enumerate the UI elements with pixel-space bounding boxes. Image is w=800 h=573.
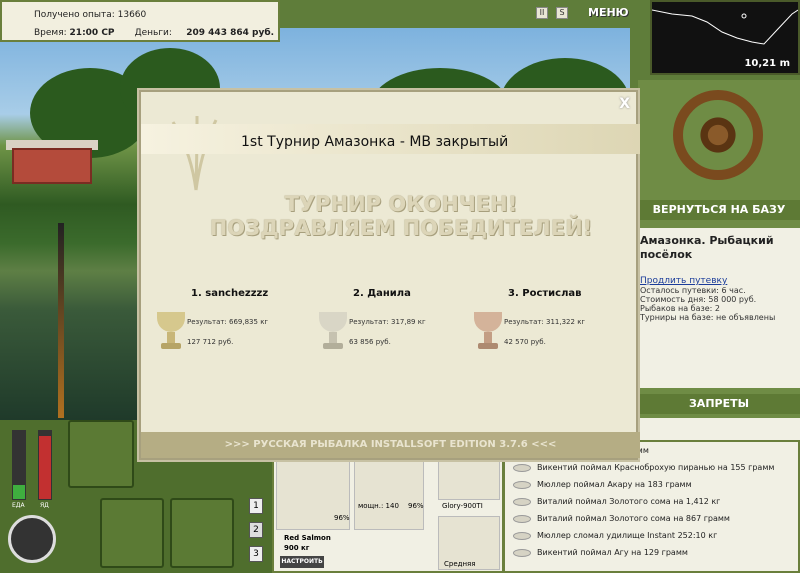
congrats-text: ПОЗДРАВЛЯЕМ ПОБЕДИТЕЛЕЙ! [209,216,593,240]
feed-text: Виталий поймал Золотого сома на 1,412 кг [537,497,721,506]
time-value: 21:00 СР [69,28,115,38]
feed-text: Викентий поймал Красноброхую пиранью на … [537,463,775,472]
feed-item: Мюллер поймал Акару на 183 грамм [505,476,798,493]
poison-gauge [38,430,52,500]
exp-label: Получено опыта: [34,10,115,20]
fish-icon [513,463,531,472]
feed-text: Мюллер сломал удилище Instant 252:10 кг [537,531,718,540]
popup-title: 1st Турнир Амазонка - МВ закрытый [241,134,509,150]
gold-cup-icon [157,312,185,332]
ship-wheel-icon [673,90,763,180]
winner-name: 2. Данила [353,288,411,299]
fish-weight: 900 кг [284,544,310,552]
winner-result: Результат: 317,89 кг [349,318,426,326]
location-info: Амазонка. Рыбацкий посёлок Продлить путе… [638,228,800,388]
money-value: 209 443 864 руб. [186,28,275,38]
reel-percent: 96% [408,502,424,510]
money-label: Деньги: [134,28,172,38]
depth-meter: 10,21 m [650,0,800,75]
winner-result: Результат: 669,835 кг [187,318,269,326]
return-to-base-button[interactable]: ВЕРНУТЬСЯ НА БАЗУ [638,200,800,220]
fish-icon [513,531,531,540]
winner-name: 1. sanchezzzz [191,288,269,299]
feed-text: Виталий поймал Золотого сома на 867 грам… [537,514,730,523]
exp-value: 13660 [117,10,147,20]
sound-icon[interactable]: S [556,7,568,19]
top-toolbar: II S МЕНЮ [530,4,630,26]
fishers-count: Рыбаков на базе: 2 [640,304,720,313]
food-label: ЕДА [12,502,25,509]
close-button[interactable]: X [619,96,630,112]
winner-prize: 63 856 руб. [349,338,391,346]
bans-button[interactable]: ЗАПРЕТЫ [638,394,800,414]
status-bar: Получено опыта: 13660 Время: 21:00 СР Де… [0,0,280,42]
tournaments-info: Турниры на базе: не объявлены [640,313,776,322]
silver-cup-icon [319,312,347,332]
fish-icon [513,514,531,523]
fish-name: Red Salmon [284,534,331,542]
winner-result: Результат: 311,322 кг [504,318,586,326]
pause-icon[interactable]: II [536,7,548,19]
feed-item: Викентий поймал Агу на 129 грамм [505,544,798,561]
winner-2: 2. Данила Результат: 317,89 кг 63 856 ру… [311,288,471,358]
slot-1-button[interactable]: 1 [249,498,263,514]
bronze-cup-icon [474,312,502,332]
feed-text: Викентий поймал Агу на 129 грамм [537,548,688,557]
winner-1: 1. sanchezzzz Результат: 669,835 кг 127 … [149,288,309,358]
setup-button[interactable]: НАСТРОИТЬ [280,556,324,568]
fish-icon [513,480,531,489]
fishing-rod[interactable] [58,223,64,418]
remaining-time: Осталось путевки: 6 час. [640,286,746,295]
feed-item: Мюллер сломал удилище Instant 252:10 кг [505,527,798,544]
knife-fork-icon[interactable] [100,498,164,568]
feed-item: Виталий поймал Золотого сома на 1,412 кг [505,493,798,510]
winner-prize: 127 712 руб. [187,338,234,346]
location-title: Амазонка. Рыбацкий посёлок [640,234,774,261]
poison-label: ЯД [40,502,49,509]
tournament-over-text: ТУРНИР ОКОНЧЕН! [284,192,518,216]
depth-value: 10,21 m [744,58,790,69]
tournament-popup: X 1st Турнир Амазонка - МВ закрытый ТУРН… [139,90,640,460]
slot-3-button[interactable]: 3 [249,546,263,562]
winner-name: 3. Ростислав [508,288,582,299]
house [12,148,92,184]
menu-button[interactable]: МЕНЮ [588,6,629,19]
line-name: Glory-900TI [442,502,483,510]
rod-percent: 96% [334,514,350,522]
float-marker [741,13,747,19]
feed-text: Мюллер поймал Акару на 183 грамм [537,480,692,489]
slot-2-button[interactable]: 2 [249,522,263,538]
fish-icon [513,548,531,557]
time-label: Время: [34,28,67,38]
fish-icon[interactable] [170,498,234,568]
fish-icon [513,497,531,506]
lure-name: Средняя [444,560,476,568]
popup-footer: >>> РУССКАЯ РЫБАЛКА INSTALLSOFT EDITION … [141,432,640,458]
winner-3: 3. Ростислав Результат: 311,322 кг 42 57… [466,288,626,358]
day-cost: Стоимость дня: 58 000 руб. [640,295,757,304]
rod-slot[interactable] [68,420,134,488]
extend-permit-link[interactable]: Продлить путевку [640,276,798,286]
reel-label: мощн.: 140 [358,502,399,510]
pot-icon[interactable] [8,515,56,563]
winner-prize: 42 570 руб. [504,338,546,346]
food-gauge [12,430,26,500]
feed-item: Виталий поймал Золотого сома на 867 грам… [505,510,798,527]
feed-item: Викентий поймал Красноброхую пиранью на … [505,459,798,476]
